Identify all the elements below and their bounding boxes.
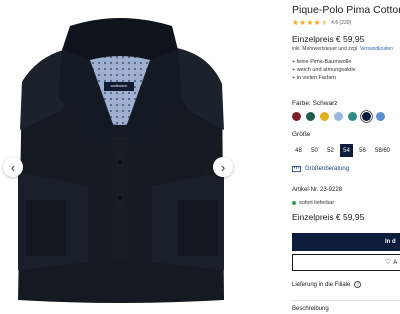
wishlist-label: A xyxy=(393,259,398,266)
chevron-right-icon: › xyxy=(220,159,226,175)
size-option[interactable]: 48 xyxy=(292,144,305,157)
feature-item: + feine Pima-Baumwolle xyxy=(292,59,352,65)
feature-item: + in vielen Farben xyxy=(292,75,336,81)
product-details: Pique-Polo Pima Cotton ★ ★ ★ ★ ★ 4.6 (220) E… xyxy=(292,0,400,314)
star-icon: ★ xyxy=(292,18,299,27)
size-option[interactable]: 58/60 xyxy=(372,144,393,157)
unit-price: Einzelpreis € 59,95 xyxy=(292,34,365,44)
divider xyxy=(292,300,400,301)
article-number: Artikel-Nr. 23-9228 xyxy=(292,187,343,193)
availability-status: sofort lieferbar xyxy=(292,200,334,206)
feature-list: + feine Pima-Baumwolle + weich und atmun… xyxy=(292,58,355,82)
color-swatch[interactable] xyxy=(292,112,301,121)
product-image-gallery: walbusch ‹ › xyxy=(0,0,237,314)
size-option[interactable]: 56 xyxy=(356,144,369,157)
feature-item: + weich und atmungsaktiv xyxy=(292,67,356,73)
shipping-costs-link[interactable]: Versandkosten xyxy=(360,46,393,52)
size-option[interactable]: 54 xyxy=(340,144,353,157)
store-delivery-label: Lieferung in die Filiale xyxy=(292,281,351,288)
color-swatch[interactable] xyxy=(376,112,385,121)
unit-price-repeat: Einzelpreis € 59,95 xyxy=(292,212,365,222)
next-image-button[interactable]: › xyxy=(213,157,233,177)
add-to-cart-button[interactable]: In d xyxy=(292,233,400,251)
add-to-cart-label: In d xyxy=(385,239,396,245)
star-icon: ★ xyxy=(320,18,328,27)
description-heading[interactable]: Beschreibung xyxy=(292,306,329,312)
heart-icon: ♡ xyxy=(385,259,392,266)
rating-summary: 4.6 (220) xyxy=(331,19,352,26)
color-label: Farbe: Schwarz xyxy=(292,100,338,107)
ruler-icon xyxy=(292,166,301,172)
star-icon: ★ xyxy=(299,18,306,27)
brand-tag: walbusch xyxy=(110,83,128,88)
info-icon[interactable]: i xyxy=(354,281,362,288)
star-icon: ★ xyxy=(313,18,321,27)
chevron-left-icon: ‹ xyxy=(10,159,16,175)
size-advice-label: Größenberatung xyxy=(305,166,350,172)
size-option[interactable]: 52 xyxy=(324,144,337,157)
wishlist-button[interactable]: ♡ A xyxy=(292,254,400,271)
product-image xyxy=(18,18,224,303)
product-rating[interactable]: ★ ★ ★ ★ ★ 4.6 (220) xyxy=(292,19,351,27)
color-swatch[interactable] xyxy=(320,112,329,121)
color-swatch[interactable] xyxy=(334,112,343,121)
product-title: Pique-Polo Pima Cotton xyxy=(292,4,400,16)
size-option[interactable]: 50 xyxy=(308,144,321,157)
tax-note-text: inkl. Mehrwertsteuer und zzgl. xyxy=(292,46,359,52)
in-stock-indicator xyxy=(292,201,296,205)
size-label: Größe xyxy=(292,131,311,138)
store-delivery: Lieferung in die Filiale i xyxy=(292,281,362,288)
size-advice-link[interactable]: Größenberatung xyxy=(292,166,349,172)
color-swatch[interactable] xyxy=(362,112,371,121)
tax-note: inkl. Mehrwertsteuer und zzgl. Versandko… xyxy=(292,46,393,52)
color-swatch[interactable] xyxy=(306,112,315,121)
rating-stars: ★ ★ ★ ★ ★ xyxy=(292,19,328,27)
size-selector: 48 50 52 54 56 58/60 xyxy=(292,144,396,157)
color-swatch[interactable] xyxy=(348,112,357,121)
color-swatches xyxy=(292,112,390,121)
availability-text: sofort lieferbar xyxy=(299,200,335,206)
star-icon: ★ xyxy=(306,18,314,27)
previous-image-button[interactable]: ‹ xyxy=(3,157,23,177)
